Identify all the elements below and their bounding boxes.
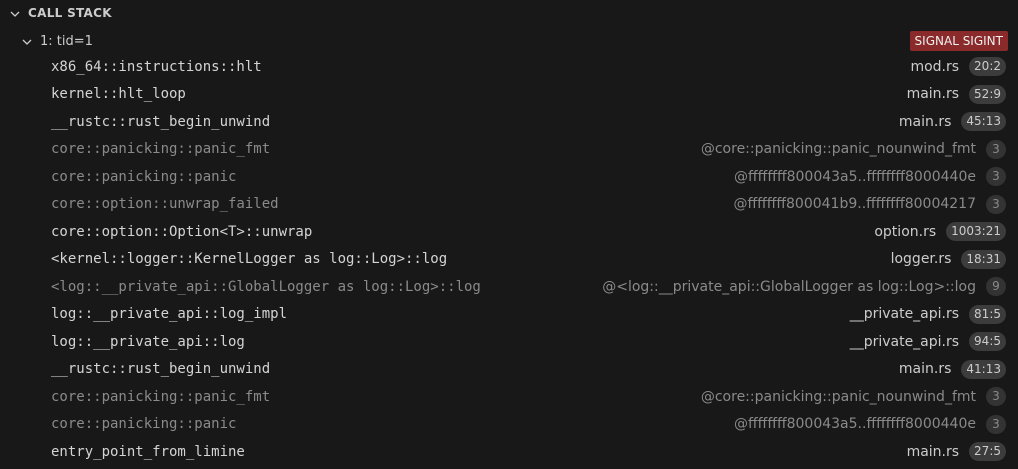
frame-source-location[interactable]: logger.rs <box>891 251 962 267</box>
thread-label: 1: tid=1 <box>40 33 93 49</box>
frame-source-location[interactable]: main.rs <box>907 444 969 460</box>
frame-line-badge: 20:2 <box>969 57 1006 77</box>
signal-status-badge: SIGNAL SIGINT <box>909 31 1008 51</box>
frame-line-badge: 3 <box>986 387 1006 407</box>
frame-line-badge: 18:31 <box>961 249 1006 269</box>
frame-function-name: core::panicking::panic_fmt <box>51 141 271 158</box>
stack-frame[interactable]: kernel::hlt_loop main.rs 52:9 <box>0 81 1018 109</box>
frame-source-location[interactable]: __private_api.rs <box>850 306 969 322</box>
chevron-down-icon[interactable] <box>8 6 22 20</box>
frame-source-location[interactable]: mod.rs <box>910 59 969 75</box>
frame-line-badge: 3 <box>986 414 1006 434</box>
frame-source-location[interactable]: __private_api.rs <box>850 334 969 350</box>
frame-function-name: __rustc::rust_begin_unwind <box>51 113 271 130</box>
frame-source-location[interactable]: option.rs <box>874 224 946 240</box>
section-title: CALL STACK <box>28 6 112 20</box>
frame-function-name: log::__private_api::log_impl <box>51 306 288 323</box>
stack-frame-list: x86_64::instructions::hlt mod.rs 20:2 ke… <box>0 53 1018 466</box>
frame-line-badge: 3 <box>986 194 1006 214</box>
frame-line-badge: 52:9 <box>969 84 1006 104</box>
frame-source-location[interactable]: main.rs <box>899 114 961 130</box>
stack-frame[interactable]: log::__private_api::log_impl __private_a… <box>0 301 1018 329</box>
stack-frame[interactable]: __rustc::rust_begin_unwind main.rs 45:13 <box>0 108 1018 136</box>
stack-frame[interactable]: core::panicking::panic_fmt @core::panick… <box>0 136 1018 164</box>
frame-line-badge: 45:13 <box>961 112 1006 132</box>
frame-source-location[interactable]: @ffffffff800041b9..ffffffff80004217 <box>733 196 986 212</box>
stack-frame[interactable]: x86_64::instructions::hlt mod.rs 20:2 <box>0 53 1018 81</box>
stack-frame[interactable]: core::panicking::panic_fmt @core::panick… <box>0 383 1018 411</box>
stack-frame[interactable]: log::__private_api::log __private_api.rs… <box>0 328 1018 356</box>
frame-source-location[interactable]: @core::panicking::panic_nounwind_fmt <box>701 141 986 157</box>
call-stack-header[interactable]: CALL STACK <box>0 0 1018 26</box>
frame-line-badge: 3 <box>986 139 1006 159</box>
stack-frame[interactable]: entry_point_from_limine main.rs 27:5 <box>0 438 1018 466</box>
stack-frame[interactable]: core::option::unwrap_failed @ffffffff800… <box>0 191 1018 219</box>
frame-function-name: log::__private_api::log <box>51 333 245 350</box>
thread-row[interactable]: 1: tid=1 SIGNAL SIGINT <box>0 28 1018 54</box>
frame-line-badge: 27:5 <box>969 442 1006 462</box>
frame-line-badge: 9 <box>986 277 1006 297</box>
frame-source-location[interactable]: main.rs <box>907 86 969 102</box>
frame-function-name: core::panicking::panic_fmt <box>51 388 271 405</box>
frame-source-location[interactable]: main.rs <box>899 361 961 377</box>
frame-function-name: core::panicking::panic <box>51 168 237 185</box>
frame-function-name: kernel::hlt_loop <box>51 86 186 103</box>
frame-function-name: core::option::Option<T>::unwrap <box>51 223 313 240</box>
stack-frame[interactable]: <log::__private_api::GlobalLogger as log… <box>0 273 1018 301</box>
frame-function-name: core::option::unwrap_failed <box>51 196 279 213</box>
frame-function-name: __rustc::rust_begin_unwind <box>51 361 271 378</box>
frame-source-location[interactable]: @ffffffff800043a5..ffffffff8000440e <box>734 169 986 185</box>
stack-frame[interactable]: <kernel::logger::KernelLogger as log::Lo… <box>0 246 1018 274</box>
frame-function-name: <log::__private_api::GlobalLogger as log… <box>51 278 481 295</box>
stack-frame[interactable]: core::panicking::panic @ffffffff800043a5… <box>0 411 1018 439</box>
frame-source-location[interactable]: @core::panicking::panic_nounwind_fmt <box>701 389 986 405</box>
stack-frame[interactable]: core::option::Option<T>::unwrap option.r… <box>0 218 1018 246</box>
frame-line-badge: 3 <box>986 167 1006 187</box>
frame-function-name: <kernel::logger::KernelLogger as log::Lo… <box>51 251 448 268</box>
stack-frame[interactable]: __rustc::rust_begin_unwind main.rs 41:13 <box>0 356 1018 384</box>
frame-line-badge: 41:13 <box>961 359 1006 379</box>
frame-function-name: core::panicking::panic <box>51 416 237 433</box>
frame-line-badge: 94:5 <box>969 332 1006 352</box>
frame-line-badge: 1003:21 <box>946 222 1006 242</box>
stack-frame[interactable]: core::panicking::panic @ffffffff800043a5… <box>0 163 1018 191</box>
frame-function-name: entry_point_from_limine <box>51 443 245 460</box>
frame-source-location[interactable]: @<log::__private_api::GlobalLogger as lo… <box>602 279 986 295</box>
frame-line-badge: 81:5 <box>969 304 1006 324</box>
frame-source-location[interactable]: @ffffffff800043a5..ffffffff8000440e <box>734 416 986 432</box>
chevron-down-icon[interactable] <box>20 34 34 48</box>
frame-function-name: x86_64::instructions::hlt <box>51 58 262 75</box>
